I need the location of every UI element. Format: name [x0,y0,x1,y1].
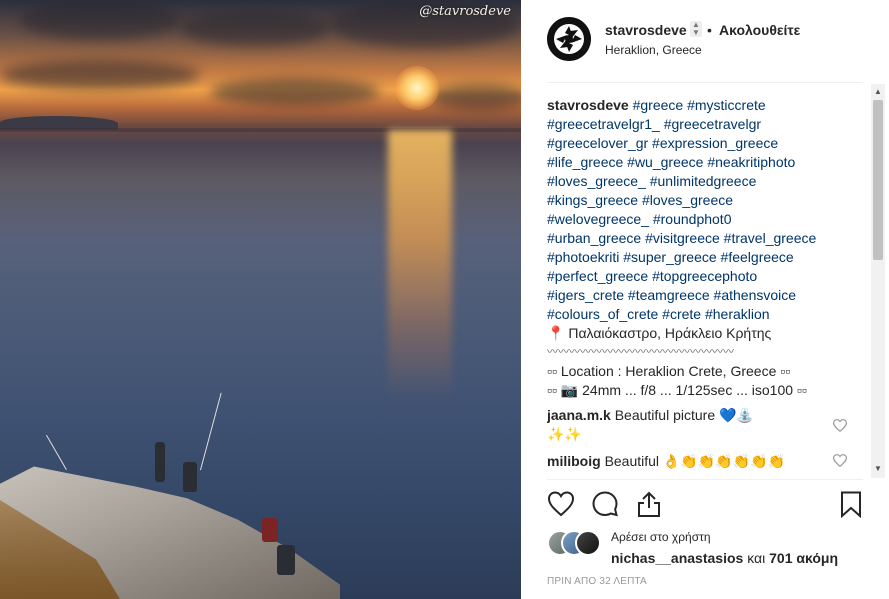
share-icon[interactable] [635,490,663,518]
hashtag-line[interactable]: #kings_greece #loves_greece [547,191,847,210]
divider [547,479,863,480]
hashtag-line[interactable]: #urban_greece #visitgreece #travel_greec… [547,229,847,248]
pin-icon: 📍 [547,325,565,341]
comment-icon[interactable] [591,490,619,518]
others-count[interactable]: 701 ακόμη [769,550,838,566]
action-bar [547,490,867,520]
cloud [430,84,521,110]
liker-avatar[interactable] [575,530,601,556]
comments-section: stavrosdeve #greece #mysticcrete #greece… [547,96,847,480]
caption-username[interactable]: stavrosdeve [547,97,629,113]
avatar[interactable] [547,17,591,61]
post-header: stavrosdeve ▲ ▼ • Ακολουθείτε Heraklion, … [521,0,889,82]
bookmark-icon[interactable] [837,490,865,518]
fishing-rod [200,392,222,471]
fishing-rod [46,434,67,470]
hashtag-line[interactable]: #life_greece #wu_greece #neakritiphoto [547,153,847,172]
following-button[interactable]: Ακολουθείτε [719,22,800,38]
caption-wave-line: 〰〰〰〰〰〰〰〰〰〰〰〰〰〰〰〰〰 [547,346,734,358]
hashtag-line[interactable]: #welovegreece_ #roundphot0 [547,210,847,229]
post-side-panel: stavrosdeve ▲ ▼ • Ακολουθείτε Heraklion, … [521,0,889,599]
cloud [20,0,180,40]
caption-first-line: stavrosdeve #greece #mysticcrete [547,96,847,115]
sun [395,66,439,110]
hashtag-line[interactable]: #loves_greece_ #unlimitedgreece [547,172,847,191]
fisherman [262,518,278,542]
hashtag-line[interactable]: #colours_of_crete #crete #heraklion [547,305,847,324]
fisherman [277,545,295,575]
comment-text: Beautiful picture 💙⛲ [614,407,754,423]
scroll-down-arrow-icon[interactable]: ▼ [874,465,882,473]
scroll-up-arrow-icon[interactable]: ▲ [874,88,882,96]
post-timestamp[interactable]: ΠΡΙΝ ΑΠΟ 32 ΛΕΠΤΑ [547,576,647,587]
post-username[interactable]: stavrosdeve [605,22,687,38]
comment-text-continued: ✨✨ [547,426,582,442]
hashtag-line[interactable]: #greecelover_gr #expression_greece [547,134,847,153]
comment-text: Beautiful 👌👏👏👏👏👏👏 [604,453,785,469]
caption-place: Παλαιόκαστρο, Ηράκλειο Κρήτης [568,325,772,341]
post-location[interactable]: Heraklion, Greece [605,43,702,57]
comment-username[interactable]: jaana.m.k [547,407,611,423]
heart-icon[interactable] [547,490,575,518]
hashtag-line[interactable]: #greece #mysticcrete [633,97,766,113]
liker-username[interactable]: nichas__anastasios [611,550,743,566]
and-label: και [747,550,766,566]
divider [547,82,863,83]
comment-username[interactable]: miliboig [547,453,601,469]
hashtag-line[interactable]: #perfect_greece #topgreecephoto [547,267,847,286]
comment: jaana.m.k Beautiful picture 💙⛲ ✨✨ [547,406,847,444]
fisherman [183,462,197,492]
caption-place-line: 📍 Παλαιόκαστρο, Ηράκλειο Κρήτης [547,324,847,343]
hashtag-line[interactable]: #photoekriti #super_greece #feelgreece [547,248,847,267]
post-photo[interactable]: @stavrosdeve [0,0,521,599]
photo-watermark: @stavrosdeve [419,4,511,19]
sun-reflection [388,130,452,400]
liked-by-names[interactable]: nichas__anastasios και 701 ακόμη [611,550,838,566]
caption-location-line: ▫▫ Location : Heraklion Crete, Greece ▫▫ [547,363,791,379]
fisherman [155,442,165,482]
sort-caret-icon: ▲ ▼ [690,21,702,37]
cloud [210,78,380,106]
hashtag-line[interactable]: #greecetravelgr1_ #greecetravelgr [547,115,847,134]
separator-dot: • [707,22,712,38]
comment-like-heart-icon[interactable] [833,454,847,467]
hashtag-line[interactable]: #igers_crete #teamgreece #athensvoice [547,286,847,305]
aperture-logo-icon [547,17,591,61]
cloud [0,60,200,90]
scrollbar-thumb[interactable] [873,100,883,260]
caption-camera-line: ▫▫ 📷 24mm ... f/8 ... 1/125sec ... iso10… [547,382,807,398]
comment: miliboig Beautiful 👌👏👏👏👏👏👏 [547,452,847,471]
likes-summary: Αρέσει στο χρήστη nichas__anastasios και… [547,530,877,570]
cloud [180,10,330,46]
comment-like-heart-icon[interactable] [833,419,847,432]
liked-by-label: Αρέσει στο χρήστη [611,530,711,544]
